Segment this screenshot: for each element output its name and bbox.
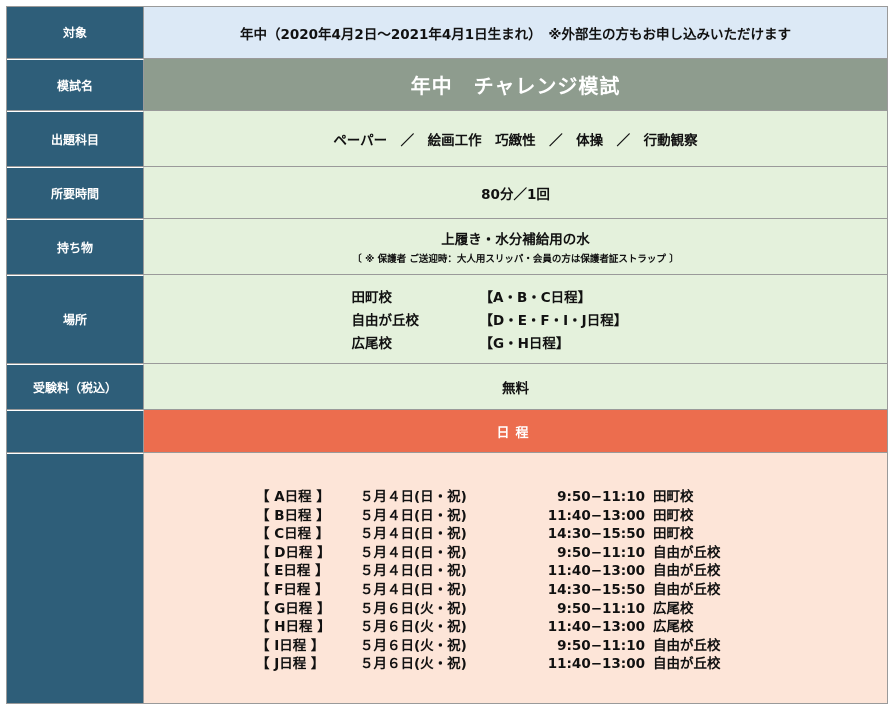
- schedule-row: 【 E日程 】 ５月４日(日・祝) 11:40−13:00 自由が丘校: [256, 562, 753, 581]
- value-duration: 80分／1回: [144, 167, 887, 218]
- schedule-date: ５月４日(日・祝): [360, 563, 467, 580]
- venue-list: 田町校 【A・B・C日程】 自由が丘校 【D・E・F・I・J日程】 広尾校 【G…: [352, 286, 630, 352]
- schedule-code: 【 D日程 】: [256, 544, 331, 561]
- label-subjects: 出題科目: [7, 111, 144, 166]
- schedule-row: 【 H日程 】 ５月６日(火・祝) 11:40−13:00 広尾校: [256, 618, 753, 637]
- schedule-time: 11:40−13:00: [547, 619, 645, 636]
- schedule-place: 自由が丘校: [653, 544, 721, 561]
- schedule-date: ５月６日(火・祝): [360, 600, 467, 617]
- schedule-date: ５月６日(火・祝): [360, 619, 467, 636]
- schedule-code: 【 E日程 】: [256, 563, 329, 580]
- venue-school: 自由が丘校: [351, 313, 420, 329]
- schedule-place: 田町校: [653, 526, 694, 543]
- value-subjects: ペーパー ／ 絵画工作 巧緻性 ／ 体操 ／ 行動観察: [144, 111, 887, 166]
- row-subjects: 出題科目 ペーパー ／ 絵画工作 巧緻性 ／ 体操 ／ 行動観察: [7, 111, 887, 166]
- schedule-code: 【 J日程 】: [256, 656, 325, 673]
- label-target: 対象: [7, 7, 144, 58]
- venue-school: 広尾校: [351, 336, 393, 352]
- label-duration: 所要時間: [7, 167, 144, 218]
- label-venue: 場所: [7, 275, 144, 363]
- value-fee: 無料: [144, 364, 887, 409]
- schedule-time: 9:50−11:10: [557, 600, 645, 617]
- row-target: 対象 年中（2020年4月2日～2021年4月1日生まれ） ※外部生の方もお申し…: [7, 7, 887, 58]
- row-fee: 受験料（税込） 無料: [7, 364, 887, 409]
- venue-schedule: 【A・B・C日程】: [479, 290, 592, 306]
- schedule-code: 【 F日程 】: [256, 582, 329, 598]
- schedule-code: 【 C日程 】: [256, 526, 330, 543]
- schedule-place: 自由が丘校: [653, 563, 721, 580]
- schedule-time: 11:40−13:00: [547, 507, 645, 524]
- schedule-row: 【 C日程 】 ５月４日(日・祝) 14:30−15:50 田町校: [256, 525, 753, 544]
- row-exam-name: 模試名 年中 チャレンジ模試: [7, 59, 887, 110]
- row-duration: 所要時間 80分／1回: [7, 167, 887, 218]
- label-fee: 受験料（税込）: [7, 364, 144, 409]
- label-schedule: [7, 453, 144, 703]
- belongings-main: 上履き・水分補給用の水: [441, 232, 590, 248]
- row-belongings: 持ち物 上履き・水分補給用の水 〔 ※ 保護者 ご送迎時：大人用スリッパ・会員の…: [7, 219, 887, 274]
- schedule-code: 【 I日程 】: [256, 637, 325, 654]
- schedule-time: 11:40−13:00: [547, 656, 645, 673]
- row-schedule-header: 日程: [7, 410, 887, 452]
- schedule-date: ５月４日(日・祝): [360, 489, 467, 506]
- schedule-code: 【 A日程 】: [256, 489, 330, 506]
- schedule-place: 自由が丘校: [653, 582, 721, 598]
- belongings-note: 〔 ※ 保護者 ご送迎時：大人用スリッパ・会員の方は保護者証ストラップ 〕: [352, 254, 679, 265]
- value-venue: 田町校 【A・B・C日程】 自由が丘校 【D・E・F・I・J日程】 広尾校 【G…: [144, 275, 887, 363]
- value-target: 年中（2020年4月2日～2021年4月1日生まれ） ※外部生の方もお申し込みい…: [144, 7, 887, 58]
- value-schedule: 【 A日程 】 ５月４日(日・祝) 9:50−11:10 田町校 【 B日程 】…: [144, 453, 887, 703]
- schedule-time: 9:50−11:10: [557, 489, 645, 506]
- schedule-date: ５月６日(火・祝): [360, 637, 467, 654]
- schedule-row: 【 I日程 】 ５月６日(火・祝) 9:50−11:10 自由が丘校: [256, 637, 753, 656]
- schedule-place: 田町校: [653, 507, 694, 524]
- schedule-time: 14:30−15:50: [547, 526, 645, 543]
- label-schedule-header: [7, 410, 144, 452]
- schedule-place: 自由が丘校: [653, 656, 721, 673]
- schedule-place: 広尾校: [653, 619, 694, 636]
- schedule-date: ５月４日(日・祝): [360, 582, 467, 598]
- schedule-time: 11:40−13:00: [547, 563, 645, 580]
- schedule-list: 【 A日程 】 ５月４日(日・祝) 9:50−11:10 田町校 【 B日程 】…: [256, 488, 753, 674]
- schedule-date: ５月４日(日・祝): [360, 526, 467, 543]
- value-belongings: 上履き・水分補給用の水 〔 ※ 保護者 ご送迎時：大人用スリッパ・会員の方は保護…: [144, 219, 887, 274]
- schedule-date: ５月４日(日・祝): [360, 544, 467, 561]
- schedule-row: 【 D日程 】 ５月４日(日・祝) 9:50−11:10 自由が丘校: [256, 544, 753, 563]
- schedule-place: 自由が丘校: [653, 637, 721, 654]
- label-exam-name: 模試名: [7, 59, 144, 110]
- venue-schedule: 【D・E・F・I・J日程】: [479, 313, 628, 329]
- value-exam-name: 年中 チャレンジ模試: [144, 59, 887, 110]
- schedule-code: 【 B日程 】: [256, 507, 330, 524]
- schedule-row: 【 J日程 】 ５月６日(火・祝) 11:40−13:00 自由が丘校: [256, 655, 753, 674]
- exam-info-table: 対象 年中（2020年4月2日～2021年4月1日生まれ） ※外部生の方もお申し…: [6, 6, 888, 704]
- schedule-time: 14:30−15:50: [547, 582, 645, 598]
- schedule-code: 【 H日程 】: [256, 619, 331, 636]
- venue-school: 田町校: [351, 290, 393, 306]
- schedule-date: ５月４日(日・祝): [360, 507, 467, 524]
- schedule-row: 【 F日程 】 ５月４日(日・祝) 14:30−15:50 自由が丘校: [256, 581, 753, 600]
- schedule-date: ５月６日(火・祝): [360, 656, 467, 673]
- schedule-place: 広尾校: [653, 600, 694, 617]
- schedule-time: 9:50−11:10: [557, 637, 645, 654]
- schedule-code: 【 G日程 】: [256, 600, 331, 617]
- schedule-place: 田町校: [653, 489, 694, 506]
- schedule-row: 【 B日程 】 ５月４日(日・祝) 11:40−13:00 田町校: [256, 507, 753, 526]
- venue-schedule: 【G・H日程】: [479, 336, 570, 352]
- row-schedule: 【 A日程 】 ５月４日(日・祝) 9:50−11:10 田町校 【 B日程 】…: [7, 453, 887, 703]
- row-venue: 場所 田町校 【A・B・C日程】 自由が丘校 【D・E・F・I・J日程】 広尾校…: [7, 275, 887, 363]
- label-belongings: 持ち物: [7, 219, 144, 274]
- schedule-header: 日程: [144, 410, 887, 452]
- schedule-row: 【 A日程 】 ５月４日(日・祝) 9:50−11:10 田町校: [256, 488, 753, 507]
- schedule-time: 9:50−11:10: [557, 544, 645, 561]
- schedule-row: 【 G日程 】 ５月６日(火・祝) 9:50−11:10 広尾校: [256, 600, 753, 619]
